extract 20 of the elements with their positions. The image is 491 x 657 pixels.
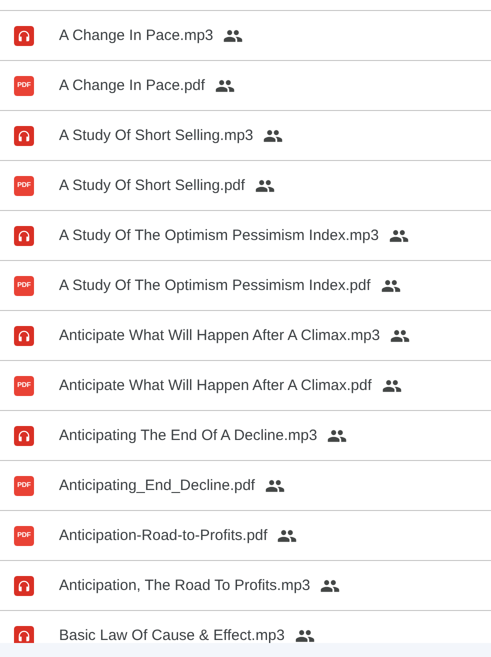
file-name[interactable]: A Study Of Short Selling.mp3 bbox=[59, 127, 254, 144]
file-name[interactable]: A Change In Pace.pdf bbox=[59, 77, 205, 94]
headphones-icon bbox=[14, 226, 34, 246]
file-name[interactable]: A Study Of The Optimism Pessimism Index.pdf bbox=[59, 277, 370, 294]
file-name[interactable]: Anticipating_End_Decline.pdf bbox=[59, 477, 255, 494]
headphones-icon bbox=[14, 426, 34, 446]
file-name[interactable]: Anticipation-Road-to-Profits.pdf bbox=[59, 527, 268, 544]
file-name[interactable]: Anticipation, The Road To Profits.mp3 bbox=[59, 577, 310, 594]
headphones-icon bbox=[14, 626, 34, 646]
file-name[interactable]: A Study Of The Optimism Pessimism Index.mp3 bbox=[59, 227, 379, 244]
file-name[interactable]: Anticipate What Will Happen After A Climax.pdf bbox=[59, 377, 372, 394]
file-name[interactable]: Anticipate What Will Happen After A Climax.mp3 bbox=[59, 327, 380, 344]
file-name[interactable]: Basic Law Of Cause & Effect.mp3 bbox=[59, 627, 285, 644]
headphones-icon bbox=[14, 26, 34, 46]
file-name[interactable]: A Study Of Short Selling.pdf bbox=[59, 177, 245, 194]
headphones-icon bbox=[14, 126, 34, 146]
headphones-icon bbox=[14, 576, 34, 596]
headphones-icon bbox=[14, 326, 34, 346]
file-name[interactable]: A Change In Pace.mp3 bbox=[59, 27, 214, 44]
file-name[interactable]: Anticipating The End Of A Decline.mp3 bbox=[59, 427, 318, 444]
